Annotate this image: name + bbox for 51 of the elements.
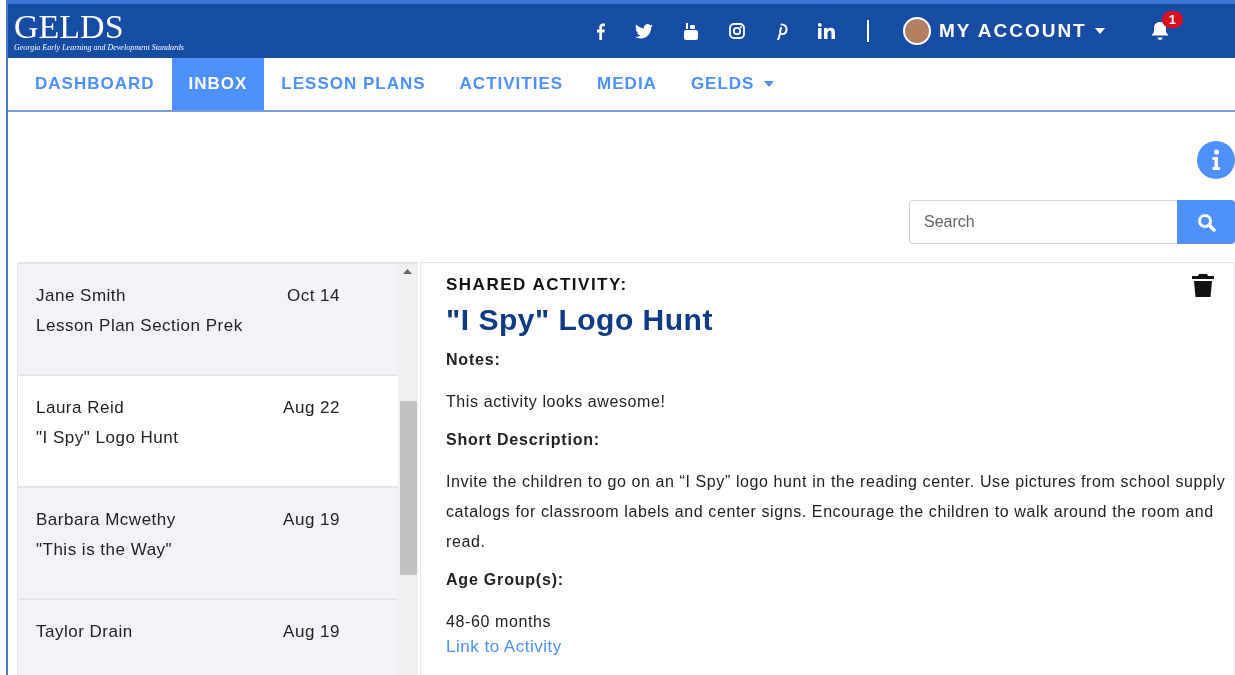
message-item[interactable]: Jane Smith Lesson Plan Section Prek Oct 14 [18, 264, 398, 376]
message-subject: Lesson Plan Section Prek [36, 316, 243, 336]
nav-tab[interactable]: GELDS [673, 58, 792, 110]
linkedin-icon[interactable] [818, 23, 835, 39]
bird-icon[interactable] [635, 23, 653, 39]
nav-tab[interactable]: DASHBOARD [18, 58, 172, 110]
section-heading: Notes: [446, 351, 502, 369]
section-text: Invite the children to go on an “I Spy” logo hunt in the reading center. Use pictures from school supply catalogs for classroom labels and center signs. Encourage the children to walk around the room and read. [446, 472, 1226, 552]
nav-tab[interactable]: LESSON PLANS [264, 58, 443, 110]
search-button[interactable] [1177, 200, 1235, 244]
message-sender: Laura Reid [36, 398, 126, 418]
caret-icon [1094, 28, 1105, 34]
activity-link[interactable]: Link to Activity [446, 637, 562, 656]
detail-kicker: SHARED ACTIVITY: [446, 275, 628, 294]
message-date: Aug 19 [283, 510, 340, 531]
avatar [903, 17, 931, 45]
logo-tagline: Georgia Early Learning and Development Standards [14, 42, 185, 52]
message-date: Oct 14 [286, 286, 340, 307]
notification-count: 1 [1161, 11, 1183, 28]
camera-icon[interactable] [729, 23, 745, 39]
trash-icon[interactable] [1192, 273, 1214, 298]
pin-icon[interactable] [775, 22, 788, 40]
tv-icon[interactable] [683, 22, 699, 40]
section-text: 48-60 months [446, 612, 553, 632]
scrollbar[interactable] [398, 264, 418, 675]
logo-wordmark[interactable]: GELDS [14, 10, 574, 43]
nav-tab[interactable]: INBOX [171, 58, 265, 110]
message-item[interactable]: Barbara Mcwethy "This is the Way" Aug 19 [18, 488, 398, 600]
bell-icon[interactable] [1150, 21, 1169, 41]
message-sender: Barbara Mcwethy [36, 510, 176, 530]
search-field[interactable]: Search [909, 200, 1177, 244]
facebook-icon[interactable] [596, 22, 605, 40]
section-text: This activity looks awesome! [446, 392, 667, 412]
nav-tab[interactable]: ACTIVITIES [442, 58, 581, 110]
info-icon[interactable] [1197, 141, 1235, 179]
search-icon [1196, 212, 1216, 232]
message-subject: "This is the Way" [36, 540, 174, 560]
scroll-up-icon[interactable] [403, 269, 412, 274]
message-date: Aug 19 [283, 622, 340, 643]
section-heading: Short Description: [446, 431, 601, 449]
message-subject: "I Spy" Logo Hunt [36, 428, 179, 448]
scroll-thumb[interactable] [400, 401, 417, 575]
message-date: Aug 22 [283, 398, 340, 419]
section-heading: Age Group(s): [446, 571, 565, 589]
account-menu-button[interactable]: MY ACCOUNT [903, 17, 1105, 45]
nav-tab[interactable]: MEDIA [580, 58, 674, 110]
message-sender: Taylor Drain [36, 622, 133, 642]
caret-icon [764, 81, 775, 87]
message-sender: Jane Smith [36, 286, 128, 306]
activity-title: "I Spy" Logo Hunt [446, 303, 714, 337]
message-item[interactable]: Taylor Drain Aug 19 [18, 600, 398, 675]
